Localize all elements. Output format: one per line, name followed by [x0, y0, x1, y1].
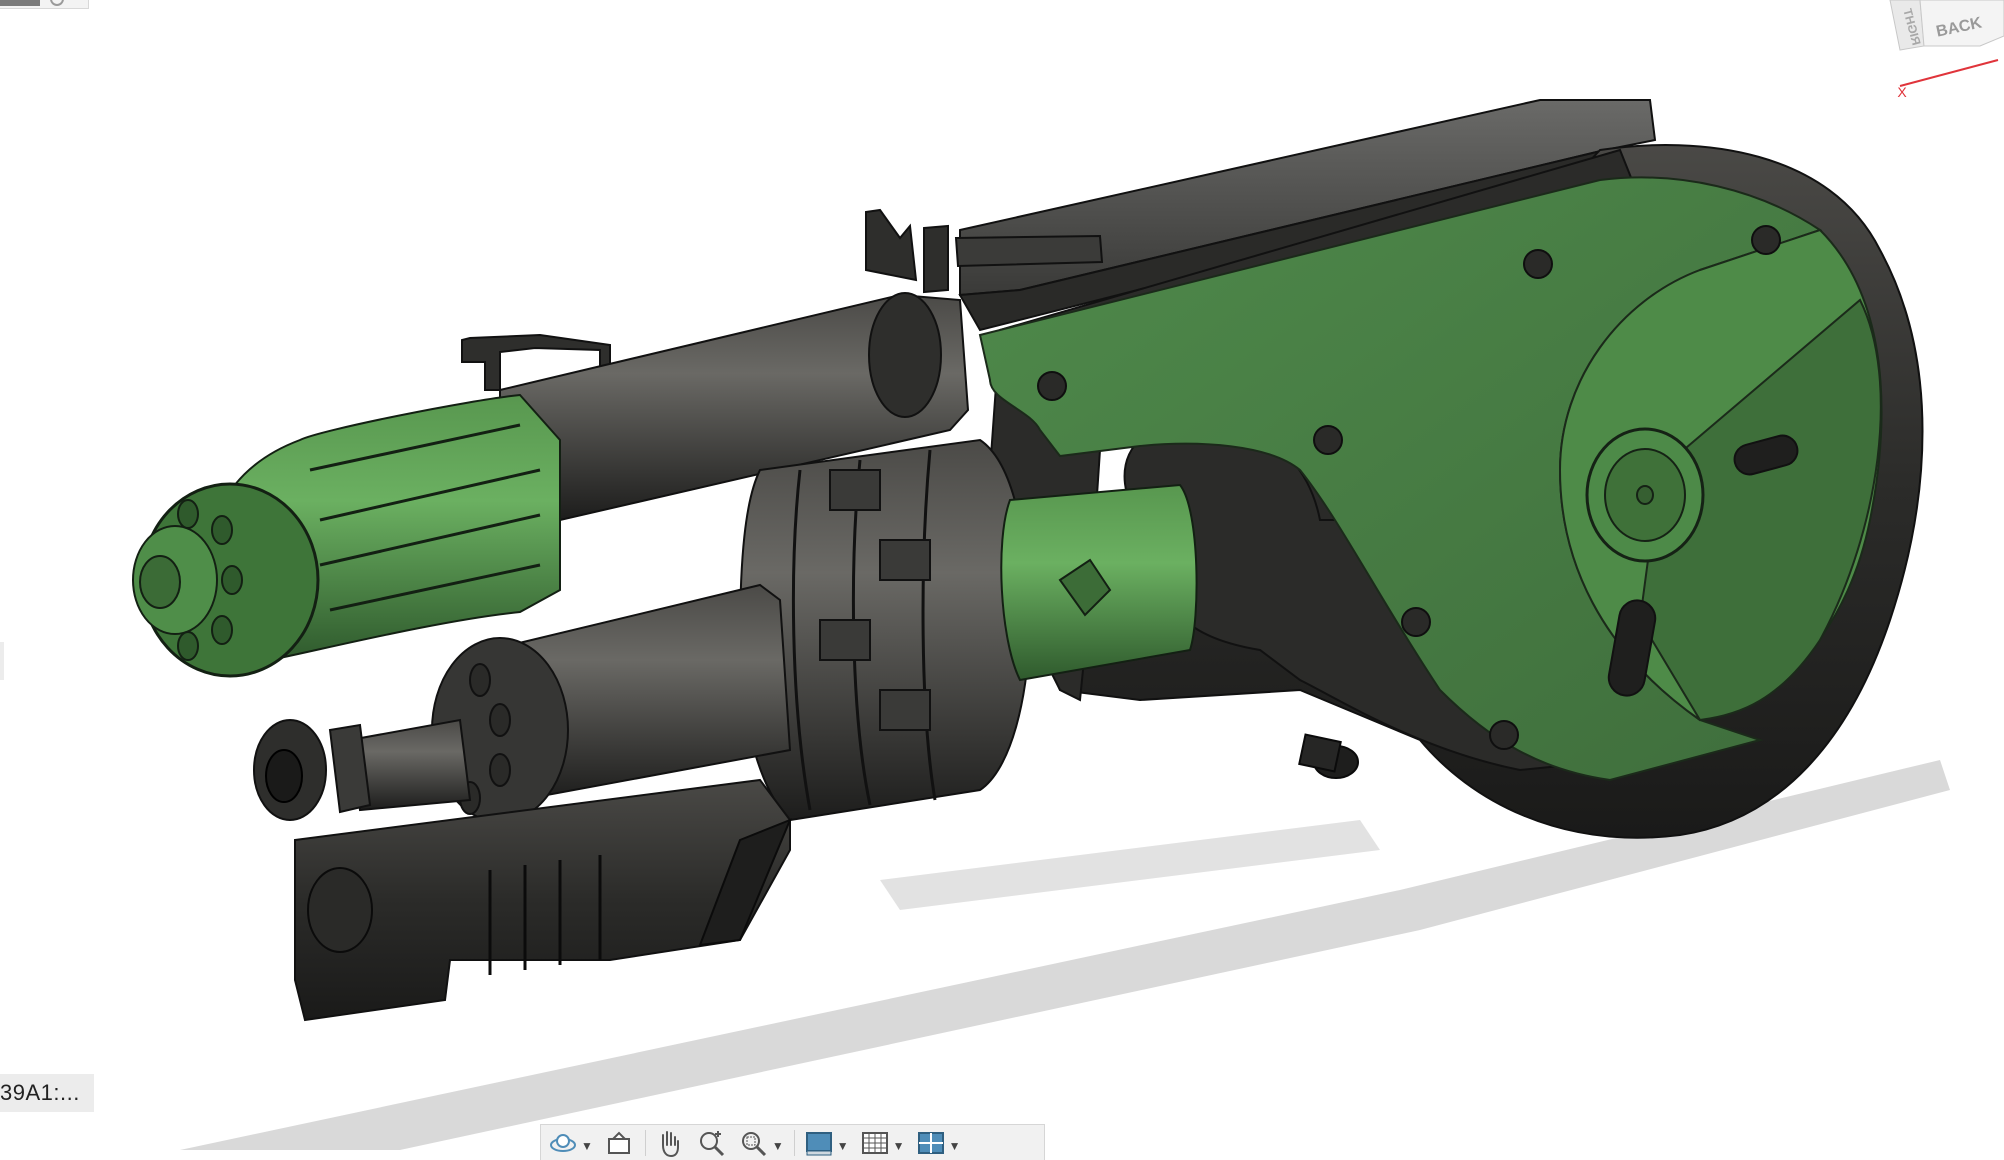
look-at-icon: [607, 1131, 630, 1154]
divider: [644, 1129, 646, 1156]
chevron-down-icon[interactable]: ▼: [837, 1139, 849, 1153]
viewcube-x-label: X: [1897, 84, 1907, 100]
grid-button[interactable]: ▼: [859, 1127, 905, 1159]
underbarrel-block[interactable]: [294, 778, 792, 1022]
viewports-icon: [917, 1131, 944, 1154]
pan-button[interactable]: [654, 1127, 686, 1159]
viewcube[interactable]: BACK RIGHT X: [1880, 0, 2004, 100]
revolver-cylinder[interactable]: [738, 438, 1032, 822]
viewcube-x-axis: [1899, 59, 1999, 87]
zoom-window-icon: [741, 1131, 766, 1156]
component-label[interactable]: 39A1:...: [0, 1074, 94, 1112]
pan-hand-icon: [661, 1130, 679, 1157]
orbit-button[interactable]: ▼: [547, 1127, 593, 1159]
grid-icon: [861, 1131, 888, 1154]
display-settings-icon: [805, 1131, 832, 1155]
divider: [793, 1129, 795, 1156]
chevron-down-icon[interactable]: ▼: [949, 1139, 961, 1153]
zoom-window-button[interactable]: ▼: [738, 1127, 784, 1159]
green-chamber[interactable]: [1000, 483, 1198, 682]
model-view[interactable]: [0, 0, 2004, 1156]
viewports-button[interactable]: ▼: [915, 1127, 961, 1159]
display-settings-button[interactable]: ▼: [803, 1127, 849, 1159]
canvas-viewport[interactable]: 39A1:... BACK RIGHT X ▼ ▼ ▼ ▼ ▼: [0, 0, 2004, 1160]
toolbar-tab[interactable]: [0, 0, 40, 6]
top-toolbar-remnant[interactable]: [0, 0, 89, 9]
viewcube-graphic[interactable]: BACK RIGHT X: [1880, 0, 2004, 100]
orbit-icon: [550, 1133, 576, 1152]
navigation-bar: ▼ ▼ ▼ ▼ ▼: [540, 1124, 1045, 1160]
zoom-button[interactable]: [696, 1127, 728, 1159]
chevron-down-icon[interactable]: ▼: [893, 1139, 905, 1153]
zoom-icon: [699, 1130, 724, 1156]
chevron-down-icon[interactable]: ▼: [581, 1139, 593, 1153]
look-at-button[interactable]: [603, 1127, 635, 1159]
green-muzzle[interactable]: [132, 393, 561, 678]
chevron-down-icon[interactable]: ▼: [772, 1139, 784, 1153]
browser-collapse-handle[interactable]: [0, 642, 4, 680]
help-circle-icon[interactable]: [50, 0, 64, 6]
